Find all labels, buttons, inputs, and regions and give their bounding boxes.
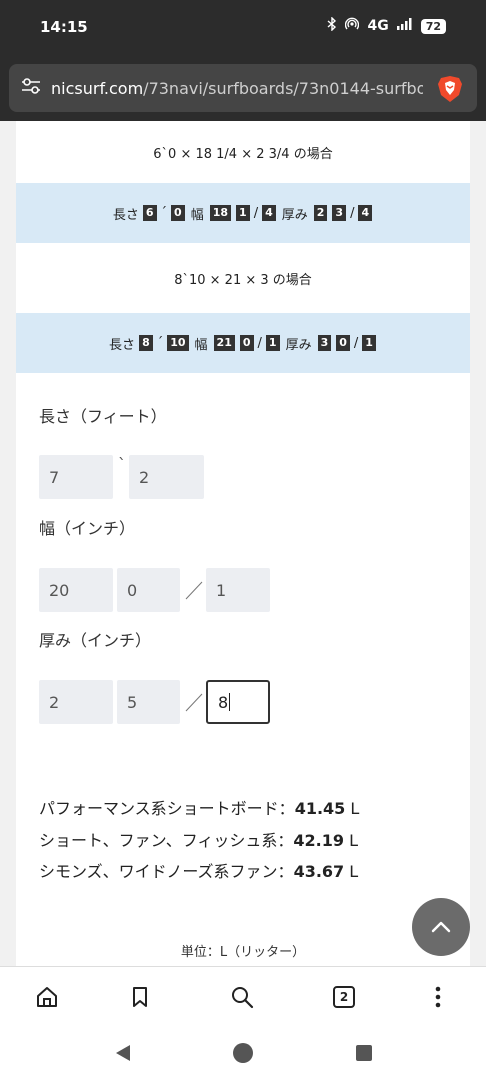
example-2-width-num: 0 xyxy=(239,335,254,351)
tab-count: 2 xyxy=(333,986,355,1008)
width-whole-input[interactable]: 20 xyxy=(39,568,113,612)
unit-note: 単位：L（リッター） xyxy=(180,945,306,960)
example-1-length-tick: ´ xyxy=(160,205,168,221)
example-1-length-in: 0 xyxy=(171,205,185,221)
example-2-width-whole: 21 xyxy=(213,335,235,351)
example-1-dimensions: 長さ 6 ´ 0 幅 18 1 / 4 厚み 2 3 / 4 xyxy=(16,183,470,243)
thickness-numerator-input[interactable]: 5 xyxy=(117,680,180,724)
example-1-width-den: 4 xyxy=(262,205,276,221)
site-settings-icon[interactable] xyxy=(21,77,41,99)
menu-button[interactable] xyxy=(422,981,454,1013)
network-type: 4G xyxy=(367,18,389,34)
example-1-thick-whole: 2 xyxy=(313,205,328,221)
page-content: 6`0 × 18 1/4 × 2 3/4 の場合 長さ 6 ´ 0 幅 18 1… xyxy=(0,121,486,966)
result-unit: L xyxy=(345,799,360,818)
length-inches-input[interactable]: 2 xyxy=(129,455,204,499)
example-1-width-num: 1 xyxy=(236,205,250,221)
width-numerator-input[interactable]: 0 xyxy=(117,568,180,612)
back-button[interactable] xyxy=(110,1040,136,1066)
example-1-thick-num: 3 xyxy=(332,205,347,221)
length-feet-input[interactable]: 7 xyxy=(39,455,113,499)
result-unit: L xyxy=(344,831,359,850)
hotspot-icon xyxy=(345,17,360,35)
recents-square-icon xyxy=(356,1045,372,1061)
example-2-thick-label: 厚み xyxy=(285,337,312,353)
result-unit: L xyxy=(344,862,359,881)
back-triangle-icon xyxy=(116,1045,130,1061)
width-denominator-input[interactable]: 1 xyxy=(206,568,270,612)
example-2-length-ft: 8 xyxy=(139,335,153,351)
system-navigation-bar xyxy=(0,1026,486,1080)
example-2-length-in: 10 xyxy=(167,335,189,351)
brave-shields-icon[interactable] xyxy=(437,75,463,107)
result-value: 43.67 xyxy=(293,862,345,881)
example-2-thick-num: 0 xyxy=(336,335,350,351)
example-1-length-label: 長さ xyxy=(112,207,139,223)
example-1-thick-slash: / xyxy=(350,205,355,221)
thickness-label: 厚み（インチ） xyxy=(39,631,152,650)
text-cursor xyxy=(229,693,231,711)
tabs-button[interactable]: 2 xyxy=(328,981,360,1013)
example-2-length-tick: ´ xyxy=(156,335,164,351)
example-2-dimensions: 長さ 8 ´ 10 幅 21 0 / 1 厚み 3 0 / 1 xyxy=(16,313,470,373)
result-label: シモンズ、ワイドノーズ系ファン： xyxy=(39,862,294,881)
example-1-width-whole: 18 xyxy=(209,205,232,221)
example-2-length-label: 長さ xyxy=(109,337,136,353)
search-button[interactable] xyxy=(226,981,258,1013)
status-time: 14:15 xyxy=(40,18,88,36)
chevron-up-icon xyxy=(431,921,451,933)
more-vertical-icon xyxy=(435,986,441,1008)
example-2-thick-whole: 3 xyxy=(317,335,332,351)
result-performance-short: パフォーマンス系ショートボード：41.45 L xyxy=(39,795,359,819)
browser-bottom-toolbar: 2 xyxy=(0,966,486,1026)
browser-toolbar: nicsurf.com/73navi/surfboards/73n0144-su… xyxy=(0,56,486,121)
thickness-denominator-value: 8 xyxy=(218,692,229,712)
search-icon xyxy=(232,987,254,1009)
example-1-thick-label: 厚み xyxy=(281,207,308,223)
status-icons: 4G 72 xyxy=(327,16,446,35)
example-1-length-ft: 6 xyxy=(142,205,157,221)
result-value: 42.19 xyxy=(293,831,345,850)
example-1-width-slash: / xyxy=(253,205,259,221)
example-2-width-label: 幅 xyxy=(194,337,208,353)
home-button[interactable] xyxy=(31,981,63,1013)
width-label: 幅（インチ） xyxy=(39,519,136,538)
length-label: 長さ（フィート） xyxy=(39,407,167,426)
thickness-fraction-slash xyxy=(185,693,203,712)
width-fraction-slash xyxy=(185,581,203,600)
bookmark-button[interactable] xyxy=(124,981,156,1013)
signal-icon xyxy=(396,18,413,34)
home-nav-button[interactable] xyxy=(230,1040,256,1066)
example-1-width-label: 幅 xyxy=(190,207,204,223)
example-1-caption: 6`0 × 18 1/4 × 2 3/4 の場合 xyxy=(153,146,333,162)
length-feet-mark: ` xyxy=(118,455,126,474)
url-bar[interactable]: nicsurf.com/73navi/surfboards/73n0144-su… xyxy=(9,64,477,112)
bluetooth-icon xyxy=(327,16,337,35)
home-circle-icon xyxy=(233,1043,253,1063)
url-path: /73navi/surfboards/73n0144-surfboa xyxy=(143,78,423,98)
result-label: ショート、ファン、フィッシュ系： xyxy=(39,831,294,850)
battery-icon: 72 xyxy=(420,18,446,34)
bookmark-icon xyxy=(133,987,147,1007)
status-bar: 14:15 4G 72 xyxy=(0,0,486,56)
example-1-thick-den: 4 xyxy=(358,205,373,221)
example-2-caption: 8`10 × 21 × 3 の場合 xyxy=(174,272,312,288)
result-simmons-widenose: シモンズ、ワイドノーズ系ファン：43.67 L xyxy=(39,858,358,882)
recents-button[interactable] xyxy=(351,1040,377,1066)
result-value: 41.45 xyxy=(294,799,346,818)
thickness-whole-input[interactable]: 2 xyxy=(39,680,113,724)
url-domain: nicsurf.com xyxy=(51,78,144,98)
thickness-denominator-input[interactable]: 8 xyxy=(206,680,270,724)
volume-calculator-card: 6`0 × 18 1/4 × 2 3/4 の場合 長さ 6 ´ 0 幅 18 1… xyxy=(16,121,470,966)
url-text[interactable]: nicsurf.com/73navi/surfboards/73n0144-su… xyxy=(51,79,423,98)
result-label: パフォーマンス系ショートボード： xyxy=(39,799,295,818)
example-2-thick-den: 1 xyxy=(362,335,376,351)
result-short-fun-fish: ショート、ファン、フィッシュ系：42.19 L xyxy=(39,827,358,851)
scroll-to-top-button[interactable] xyxy=(412,898,470,956)
example-2-thick-slash: / xyxy=(353,335,359,351)
example-2-width-den: 1 xyxy=(265,335,280,351)
example-2-width-slash: / xyxy=(257,335,262,351)
home-icon xyxy=(37,987,57,1007)
